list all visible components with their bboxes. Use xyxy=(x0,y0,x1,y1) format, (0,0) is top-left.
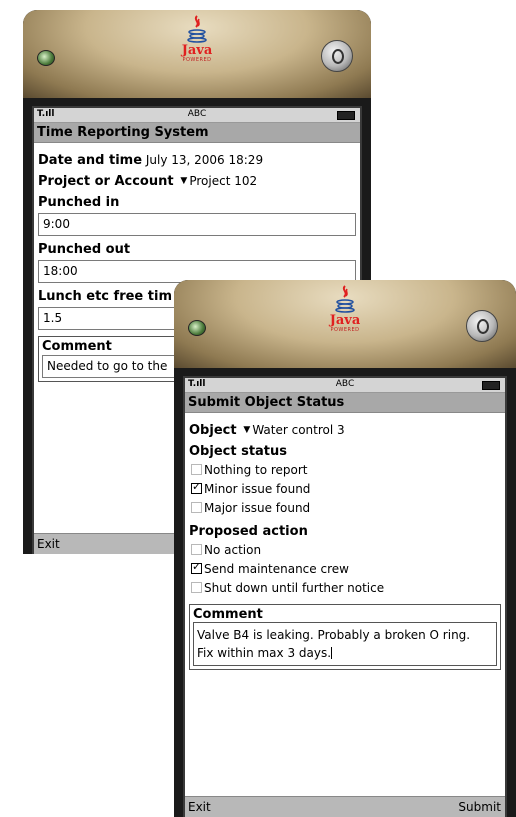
java-cup-icon xyxy=(187,15,207,43)
comment-textarea[interactable]: Valve B4 is leaking. Probably a broken O… xyxy=(193,622,497,666)
object-row[interactable]: Object ▼ Water control 3 xyxy=(189,423,501,438)
checkbox-icon[interactable] xyxy=(191,502,202,513)
java-logo-subtext: POWERED xyxy=(330,327,360,333)
proposed-action-group: No action Send maintenance crew Shut dow… xyxy=(189,541,501,598)
input-mode-indicator: ABC xyxy=(187,109,207,119)
softkey-bar: Exit Submit xyxy=(185,796,505,817)
dropdown-arrow-icon: ▼ xyxy=(243,425,251,435)
comment-group: Comment Valve B4 is leaking. Probably a … xyxy=(189,604,501,670)
comment-line: Fix within max 3 days. xyxy=(197,646,332,660)
object-status-label: Object status xyxy=(189,444,288,459)
proposed-action-label: Proposed action xyxy=(189,524,308,539)
object-label: Object xyxy=(189,423,237,438)
checkbox-label: Send maintenance crew xyxy=(204,562,349,576)
battery-icon xyxy=(337,111,355,120)
object-status-group: Nothing to report Minor issue found Majo… xyxy=(189,461,501,518)
checkbox-label: Nothing to report xyxy=(204,463,308,477)
exit-softkey[interactable]: Exit xyxy=(37,534,60,554)
comment-label: Comment xyxy=(193,607,263,622)
checkbox-label: Shut down until further notice xyxy=(204,581,385,595)
java-logo-subtext: POWERED xyxy=(182,57,212,63)
punched-out-label: Punched out xyxy=(38,242,131,257)
checkbox-shut-down[interactable]: Shut down until further notice xyxy=(189,579,501,598)
checkbox-icon[interactable] xyxy=(191,544,202,555)
checkbox-major-issue-found[interactable]: Major issue found xyxy=(189,499,501,518)
text-cursor xyxy=(331,647,333,659)
checkbox-label: Minor issue found xyxy=(204,482,311,496)
project-row[interactable]: Project or Account ▼ Project 102 xyxy=(38,174,356,189)
checked-checkbox-icon[interactable] xyxy=(191,480,202,494)
left-hardware-button[interactable] xyxy=(37,50,55,66)
project-label: Project or Account xyxy=(38,174,174,189)
checked-checkbox-icon[interactable] xyxy=(191,560,202,574)
project-select[interactable]: Project 102 xyxy=(189,174,257,188)
front-phone-window: Java POWERED T.ıll ABC Submit Object Sta… xyxy=(174,280,516,817)
checkbox-nothing-to-report[interactable]: Nothing to report xyxy=(189,461,501,480)
exit-softkey[interactable]: Exit xyxy=(188,797,211,817)
checkbox-icon[interactable] xyxy=(191,464,202,475)
punched-in-label: Punched in xyxy=(38,195,120,210)
phone-screen: T.ıll ABC Submit Object Status Object ▼ W… xyxy=(183,376,507,817)
date-time-label: Date and time xyxy=(38,153,143,168)
java-logo-text: Java xyxy=(329,313,361,328)
checkbox-send-maintenance-crew[interactable]: Send maintenance crew xyxy=(189,560,501,579)
date-time-value[interactable]: July 13, 2006 18:29 xyxy=(146,153,263,167)
checkbox-no-action[interactable]: No action xyxy=(189,541,501,560)
java-logo: Java POWERED xyxy=(325,284,365,333)
battery-icon xyxy=(482,381,500,390)
java-cup-icon xyxy=(335,285,355,313)
checkbox-label: Major issue found xyxy=(204,501,311,515)
submit-softkey[interactable]: Submit xyxy=(458,797,501,817)
left-hardware-button[interactable] xyxy=(188,320,206,336)
phone-bezel: Java POWERED xyxy=(174,280,516,368)
checkbox-minor-issue-found[interactable]: Minor issue found xyxy=(189,480,501,499)
phone-bezel: Java POWERED xyxy=(23,10,371,98)
java-logo: Java POWERED xyxy=(177,14,217,63)
power-button[interactable] xyxy=(321,40,353,72)
power-button[interactable] xyxy=(466,310,498,342)
checkbox-label: No action xyxy=(204,543,262,557)
object-select[interactable]: Water control 3 xyxy=(252,423,344,437)
dropdown-arrow-icon: ▼ xyxy=(180,176,188,186)
status-bar: T.ıll ABC xyxy=(185,378,505,393)
punched-in-field[interactable]: 9:00 xyxy=(38,213,356,236)
date-time-row: Date and time July 13, 2006 18:29 xyxy=(38,153,356,168)
comment-line: Valve B4 is leaking. Probably a broken O… xyxy=(197,628,471,642)
input-mode-indicator: ABC xyxy=(335,379,355,389)
form-title: Submit Object Status xyxy=(185,393,505,413)
form-title: Time Reporting System xyxy=(34,123,360,143)
java-logo-text: Java xyxy=(181,43,213,58)
status-bar: T.ıll ABC xyxy=(34,108,360,123)
checkbox-icon[interactable] xyxy=(191,582,202,593)
